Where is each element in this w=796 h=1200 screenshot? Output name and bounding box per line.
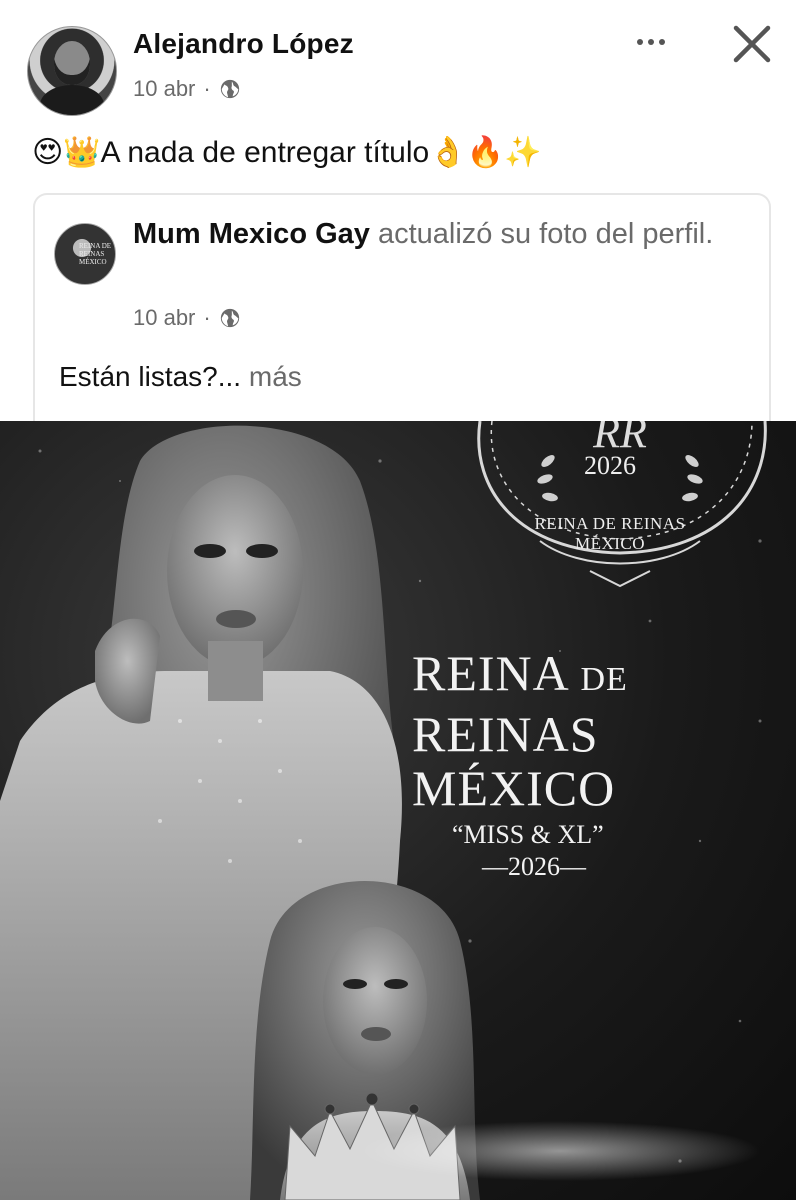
emblem-year: 2026 [584,451,636,480]
avatar-body [40,85,104,115]
poster-title-line-3: MÉXICO [412,760,616,816]
emoji-suffix: 👌🔥✨ [429,136,542,169]
meta-separator: · [203,76,211,101]
author-avatar[interactable] [27,26,117,116]
poster-title: REINA DE REINAS MÉXICO “MISS & XL” —2026… [412,646,712,883]
poster-title-word-1: REINA [412,645,567,701]
shared-post-text: Están listas?... más [59,361,302,393]
shared-page-name[interactable]: Mum Mexico Gay [133,218,370,250]
author-name[interactable]: Alejandro López [133,28,354,60]
poster-title-word-2: DE [580,661,628,698]
poster-year: —2026— [482,852,586,881]
globe-icon [220,79,239,99]
emoji-prefix: 😍👑 [32,136,101,169]
more-dot [648,39,654,45]
avatar-face [54,41,90,85]
more-dot [659,39,665,45]
post-header: Alejandro López 10 abr · [0,0,796,120]
poster-title-line-2: REINAS [412,706,599,762]
face-large [167,475,303,667]
shared-page-avatar[interactable]: REINA DE REINAS MÉXICO [54,223,116,285]
shared-text-body: Están listas?... [59,361,242,392]
face-small [323,927,427,1075]
shared-action-text: actualizó su foto del perfil. [377,218,714,250]
post-date[interactable]: 10 abr [133,76,195,102]
shared-post-headline: Mum Mexico Gay actualizó su foto del per… [133,215,753,253]
post-text-body: A nada de entregar título [100,136,430,169]
shared-post-card[interactable]: REINA DE REINAS MÉXICO Mum Mexico Gay ac… [33,193,771,421]
post-meta: 10 abr · [133,76,241,102]
poster-title-line-1: REINA DE [412,646,712,707]
more-options-button[interactable] [628,30,674,54]
see-more-link[interactable]: más [249,361,302,392]
shared-post-meta: 10 abr · [133,305,241,331]
more-horizontal-icon [637,39,643,45]
shared-meta-separator: · [203,305,211,330]
emblem-line-1: REINA DE REINAS [534,514,686,533]
shared-post-date[interactable]: 10 abr [133,305,195,331]
globe-icon [220,308,239,328]
emblem-line-2: MÉXICO [574,534,646,553]
profile-photo[interactable]: RR 2026 REINA DE REINAS MÉXICO REINA DE … [0,421,796,1200]
poster-subtitle: “MISS & XL” [452,820,604,849]
shared-avatar-text: REINA DE REINAS MÉXICO [79,242,112,266]
post-text: 😍👑A nada de entregar título👌🔥✨ [32,135,541,170]
close-icon[interactable] [726,18,778,70]
